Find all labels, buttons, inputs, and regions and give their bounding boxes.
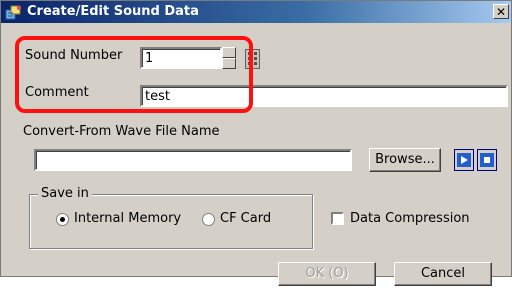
dialog-window: Create/Edit Sound Data ✕ Sound Number 1 … (0, 0, 512, 286)
cf-card-label[interactable]: CF Card (220, 211, 271, 226)
cancel-button[interactable]: Cancel (394, 262, 492, 286)
internal-memory-radio[interactable] (56, 213, 69, 226)
browse-button[interactable]: Browse... (369, 148, 441, 172)
title-bar[interactable]: Create/Edit Sound Data ✕ (1, 1, 511, 23)
data-compression-label[interactable]: Data Compression (350, 211, 470, 226)
close-icon: ✕ (495, 5, 507, 19)
save-in-label: Save in (38, 186, 92, 201)
play-button[interactable] (454, 149, 474, 171)
stop-button[interactable] (477, 149, 497, 171)
wave-file-input[interactable] (34, 149, 352, 171)
data-compression-checkbox[interactable] (331, 212, 344, 225)
play-icon (457, 153, 471, 167)
ok-button[interactable]: OK (O) (278, 262, 376, 286)
highlight-annotation (15, 36, 253, 113)
stop-icon (480, 153, 494, 167)
cf-card-radio[interactable] (202, 213, 215, 226)
wave-file-label: Convert-From Wave File Name (23, 124, 220, 139)
close-button[interactable]: ✕ (493, 4, 509, 19)
app-icon (5, 5, 21, 20)
window-title: Create/Edit Sound Data (27, 4, 199, 19)
internal-memory-label[interactable]: Internal Memory (74, 211, 181, 226)
